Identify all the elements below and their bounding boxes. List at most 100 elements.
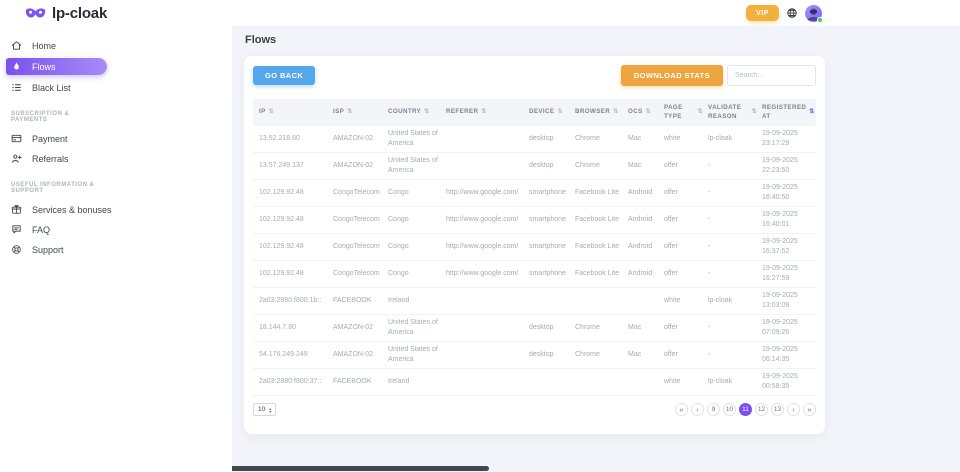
sort-icon[interactable]: ⇅ <box>698 108 703 116</box>
table-cell: United States of America <box>388 318 446 338</box>
table-row[interactable]: 102.129.92.48CongoTelecomCongohttp://www… <box>253 261 816 288</box>
table-cell: 19-09-2025 07:09:26 <box>762 318 816 338</box>
sort-icon[interactable]: ⇅ <box>347 108 352 116</box>
sort-icon[interactable]: ⇅ <box>557 108 562 116</box>
sort-icon[interactable]: ⇅ <box>481 108 486 116</box>
online-status-dot <box>817 17 823 23</box>
list-icon <box>11 82 22 93</box>
table-cell: 19-09-2025 13:03:09 <box>762 291 816 311</box>
table-cell: AMAZON-02 <box>333 350 388 360</box>
search-input[interactable] <box>727 65 816 86</box>
pagination-page-button[interactable]: 10 <box>723 403 736 416</box>
column-header[interactable]: IP⇅ <box>259 108 333 116</box>
table-cell: - <box>708 215 762 225</box>
table-row[interactable]: 13.52.218.60AMAZON-02United States of Am… <box>253 126 816 153</box>
column-header[interactable]: VALIDATE REASON⇅ <box>708 104 762 121</box>
table-row[interactable]: 18.144.7.80AMAZON-02United States of Ame… <box>253 315 816 342</box>
table-row[interactable]: 102.129.92.48CongoTelecomCongohttp://www… <box>253 234 816 261</box>
column-header[interactable]: ISP⇅ <box>333 108 388 116</box>
pagination-page-button[interactable]: 11 <box>739 403 752 416</box>
table-cell: offer <box>664 215 708 225</box>
table-cell: Facebook Lite <box>575 269 628 279</box>
pagination-page-button[interactable]: 9 <box>707 403 720 416</box>
sort-icon[interactable]: ⇅ <box>809 108 814 116</box>
download-stats-button[interactable]: DOWNLOAD STATS <box>621 65 723 86</box>
sort-icon[interactable]: ⇅ <box>752 108 757 116</box>
table-row[interactable]: 13.57.249.137AMAZON-02United States of A… <box>253 153 816 180</box>
brand-logo[interactable]: lp-cloak <box>25 5 107 22</box>
table-row[interactable]: 54.176.249.249AMAZON-02United States of … <box>253 342 816 369</box>
sidebar-item-flows[interactable]: Flows <box>6 58 107 75</box>
sidebar-nav: Home Flows Black List SUBSCRIPTION & PAY… <box>0 26 232 257</box>
flows-table: IP⇅ISP⇅COUNTRY⇅REFERER⇅DEVICE⇅BROWSER⇅OC… <box>253 99 816 396</box>
vip-button[interactable]: VIP <box>746 5 779 21</box>
table-cell: Mac <box>628 323 664 333</box>
go-back-button[interactable]: GO BACK <box>253 66 315 85</box>
table-cell: - <box>708 323 762 333</box>
table-cell: AMAZON-02 <box>333 323 388 333</box>
column-header[interactable]: REFERER⇅ <box>446 108 529 116</box>
table-row[interactable]: 2a03:2880:f800:1b::FACEBOOKIrelandwhitel… <box>253 288 816 315</box>
flows-card: GO BACK DOWNLOAD STATS IP⇅ISP⇅COUNTRY⇅RE… <box>244 56 825 434</box>
table-cell: CongoTelecom <box>333 269 388 279</box>
table-cell: Congo <box>388 215 446 225</box>
table-cell: offer <box>664 188 708 198</box>
sort-icon[interactable]: ⇅ <box>646 108 651 116</box>
table-cell: AMAZON-02 <box>333 161 388 171</box>
table-cell: desktop <box>529 134 575 144</box>
sidebar-item-faq[interactable]: FAQ <box>0 222 232 237</box>
pagination-arrow-button[interactable]: › <box>787 403 800 416</box>
table-cell: http://www.google.com/ <box>446 269 529 279</box>
table-cell: Chrome <box>575 323 628 333</box>
sort-icon[interactable]: ⇅ <box>613 108 618 116</box>
column-header[interactable]: PAGE TYPE⇅ <box>664 104 708 121</box>
sidebar-item-home[interactable]: Home <box>0 38 232 53</box>
column-header[interactable]: DEVICE⇅ <box>529 108 575 116</box>
column-header[interactable]: OCS⇅ <box>628 108 664 116</box>
table-cell: white <box>664 296 708 306</box>
table-cell: - <box>708 188 762 198</box>
table-cell: offer <box>664 161 708 171</box>
pagination-arrow-button[interactable]: « <box>675 403 688 416</box>
sidebar-item-label: Flows <box>32 62 56 72</box>
table-cell: offer <box>664 242 708 252</box>
table-cell: smartphone <box>529 269 575 279</box>
pagination-arrow-button[interactable]: » <box>803 403 816 416</box>
sort-icon[interactable]: ⇅ <box>269 108 274 116</box>
sidebar-item-support[interactable]: Support <box>0 242 232 257</box>
home-icon <box>11 40 22 51</box>
sidebar-item-referrals[interactable]: Referrals <box>0 151 232 166</box>
table-cell: Android <box>628 188 664 198</box>
gift-icon <box>11 204 22 215</box>
sidebar-item-label: Referrals <box>32 154 69 164</box>
table-cell: 19-09-2025 16:40:01 <box>762 210 816 230</box>
pagination-page-button[interactable]: 12 <box>755 403 768 416</box>
pagination-page-button[interactable]: 13 <box>771 403 784 416</box>
sidebar-item-services-bonuses[interactable]: Services & bonuses <box>0 202 232 217</box>
table-cell: lp-cloak <box>708 134 762 144</box>
table-cell: 19-09-2025 00:58:35 <box>762 372 816 392</box>
globe-icon[interactable] <box>786 7 798 19</box>
table-cell: 13.57.249.137 <box>259 161 333 171</box>
page-size-select[interactable]: 10 ▴▾ <box>253 403 276 416</box>
table-cell: - <box>708 161 762 171</box>
table-header-row: IP⇅ISP⇅COUNTRY⇅REFERER⇅DEVICE⇅BROWSER⇅OC… <box>253 99 816 126</box>
table-row[interactable]: 102.129.92.48CongoTelecomCongohttp://www… <box>253 180 816 207</box>
page-title: Flows <box>245 34 960 46</box>
column-header[interactable]: BROWSER⇅ <box>575 108 628 116</box>
table-row[interactable]: 2a03:2880:f800:37::FACEBOOKIrelandwhitel… <box>253 369 816 396</box>
column-header[interactable]: REGISTERED AT⇅ <box>762 104 820 121</box>
column-header[interactable]: COUNTRY⇅ <box>388 108 446 116</box>
sidebar-item-payment[interactable]: Payment <box>0 131 232 146</box>
table-cell: Congo <box>388 242 446 252</box>
sidebar-item-black-list[interactable]: Black List <box>0 80 232 95</box>
table-cell: Ireland <box>388 296 446 306</box>
avatar[interactable] <box>805 5 822 22</box>
chat-icon <box>11 224 22 235</box>
pagination-arrow-button[interactable]: ‹ <box>691 403 704 416</box>
table-cell: 102.129.92.48 <box>259 188 333 198</box>
table-cell: Facebook Lite <box>575 188 628 198</box>
sort-icon[interactable]: ⇅ <box>424 108 429 116</box>
table-row[interactable]: 102.129.92.48CongoTelecomCongohttp://www… <box>253 207 816 234</box>
table-cell: 2a03:2880:f800:37:: <box>259 377 333 387</box>
